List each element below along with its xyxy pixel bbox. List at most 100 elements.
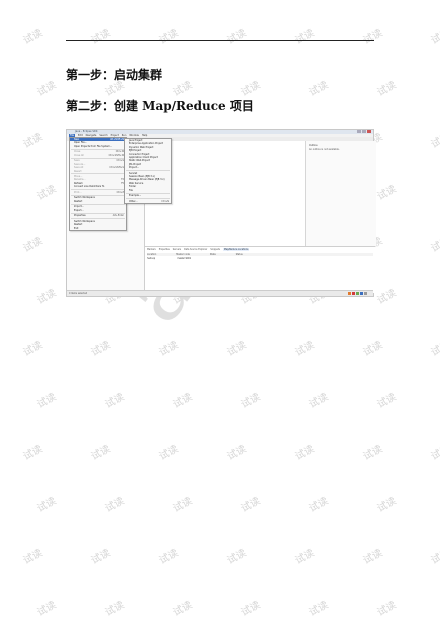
watermark-text: 试读	[225, 339, 249, 359]
watermark-text: 试读	[375, 599, 399, 619]
locations-header: Location Master node State Status	[147, 253, 373, 256]
watermark-text: 试读	[375, 391, 399, 411]
file-menu: New Alt+Shift+N Open File... Open Projects …	[69, 137, 127, 232]
watermark-text: 试读	[157, 547, 181, 567]
bottom-panel: Markers Properties Servers Data Source Expl…	[145, 246, 375, 293]
file-menu-item[interactable]: Exit	[70, 227, 126, 230]
file-menu-item[interactable]: Export...	[70, 209, 126, 212]
window-controls	[357, 130, 371, 133]
watermark-text: 试读	[361, 547, 385, 567]
watermark-text: 试读	[429, 547, 440, 567]
bottom-tabs: Markers Properties Servers Data Source Expl…	[147, 248, 250, 251]
tray-icon[interactable]	[364, 292, 367, 295]
watermark-text: 试读	[375, 79, 399, 99]
table-cell: master:9001	[177, 257, 192, 260]
watermark-text: 试读	[103, 391, 127, 411]
system-tray	[348, 292, 367, 295]
watermark-layer: 试读 试读 试读 试读 试读 试读 试读 试读 试读 试读 试读 试读 试读 试读 试读 试读 试读 试读 试读 试读…	[0, 0, 440, 620]
eclipse-screenshot: Java - Eclipse SDK File Edit Navigate Searc…	[66, 129, 376, 297]
new-submenu-item[interactable]: Other... Ctrl+N	[125, 200, 171, 203]
table-row[interactable]: hadoop master:9001	[147, 257, 235, 260]
watermark-text: 试读	[361, 339, 385, 359]
watermark-text: 试读	[307, 599, 331, 619]
tray-icon[interactable]	[360, 292, 363, 295]
tab-item[interactable]: Map/Reduce Locations	[222, 248, 250, 251]
watermark-text: 试读	[157, 443, 181, 463]
step2-heading: 第二步：创建 Map/Reduce 项目	[66, 99, 254, 113]
watermark-text: 试读	[89, 443, 113, 463]
tray-icon[interactable]	[352, 292, 355, 295]
watermark-text: 试读	[429, 27, 440, 47]
close-icon[interactable]	[367, 130, 371, 133]
watermark-text: 试读	[361, 443, 385, 463]
watermark-text: 试读	[239, 79, 263, 99]
outline-message: An outline is not available.	[309, 148, 340, 151]
file-menu-item[interactable]: Print... Ctrl+P	[70, 191, 126, 194]
watermark-text: 试读	[239, 495, 263, 515]
watermark-text: 试读	[89, 547, 113, 567]
tray-icon[interactable]	[356, 292, 359, 295]
column-header[interactable]: Status	[236, 253, 243, 256]
file-menu-item[interactable]: Revert	[70, 170, 126, 173]
column-header[interactable]: Master node	[176, 253, 190, 256]
new-submenu: Java Project Enterprise Application Proje…	[124, 138, 172, 205]
tray-icon[interactable]	[348, 292, 351, 295]
column-header[interactable]: Location	[147, 253, 156, 256]
watermark-text: 试读	[103, 495, 127, 515]
watermark-text: 试读	[429, 131, 440, 151]
watermark-text: 试读	[21, 27, 45, 47]
watermark-text: 试读	[21, 547, 45, 567]
file-menu-item[interactable]: Convert Line Delimiters To	[70, 185, 126, 188]
minimize-icon[interactable]	[357, 130, 361, 133]
watermark-text: 试读	[239, 599, 263, 619]
watermark-text: 试读	[429, 339, 440, 359]
file-menu-item[interactable]: Properties Alt+Enter	[70, 214, 126, 217]
window-title: Java - Eclipse SDK	[75, 130, 98, 133]
outline-pane: Outline An outline is not available.	[305, 141, 376, 246]
watermark-text: 试读	[225, 547, 249, 567]
new-submenu-item[interactable]: Example...	[125, 194, 171, 197]
watermark-text: 试读	[35, 391, 59, 411]
watermark-text: 试读	[89, 27, 113, 47]
watermark-text: 试读	[21, 443, 45, 463]
watermark-text: 试读	[89, 339, 113, 359]
watermark-text: 试读	[307, 79, 331, 99]
watermark-text: 试读	[171, 599, 195, 619]
watermark-text: 试读	[361, 27, 385, 47]
outline-title: Outline	[309, 144, 318, 147]
tab-item[interactable]: Data Source Explorer	[184, 248, 207, 251]
watermark-text: 试读	[293, 443, 317, 463]
file-menu-item[interactable]: Close All Ctrl+Shift+W	[70, 154, 126, 157]
watermark-text: 试读	[35, 495, 59, 515]
watermark-text: 试读	[429, 443, 440, 463]
watermark-text: 试读	[35, 79, 59, 99]
header-rule	[66, 40, 374, 41]
new-submenu-item[interactable]: File	[125, 189, 171, 192]
status-bar: 0 items selected	[67, 290, 373, 296]
table-cell: hadoop	[147, 257, 156, 260]
tab-item[interactable]: Snippets	[210, 248, 220, 251]
watermark-text: 试读	[35, 183, 59, 203]
watermark-text: 试读	[157, 27, 181, 47]
watermark-text: 试读	[239, 391, 263, 411]
step1-heading: 第一步：启动集群	[66, 68, 163, 82]
watermark-text: 试读	[21, 131, 45, 151]
watermark-text: 试读	[307, 391, 331, 411]
watermark-text: 试读	[157, 339, 181, 359]
maximize-icon[interactable]	[362, 130, 366, 133]
file-menu-item[interactable]: Open Projects from File System...	[70, 145, 126, 148]
file-menu-item[interactable]: Restart	[70, 200, 126, 203]
watermark-text: 试读	[21, 339, 45, 359]
tab-item[interactable]: Markers	[147, 248, 156, 251]
watermark-text: 试读	[21, 235, 45, 255]
watermark-text: 试读	[35, 287, 59, 307]
watermark-text: 试读	[429, 235, 440, 255]
watermark-text: 试读	[293, 547, 317, 567]
column-header[interactable]: State	[210, 253, 216, 256]
watermark-text: 试读	[375, 287, 399, 307]
watermark-text: 试读	[35, 599, 59, 619]
tab-item[interactable]: Servers	[173, 248, 181, 251]
new-submenu-item[interactable]: Project...	[125, 166, 171, 169]
tab-item[interactable]: Properties	[159, 248, 170, 251]
watermark-text: 试读	[171, 495, 195, 515]
